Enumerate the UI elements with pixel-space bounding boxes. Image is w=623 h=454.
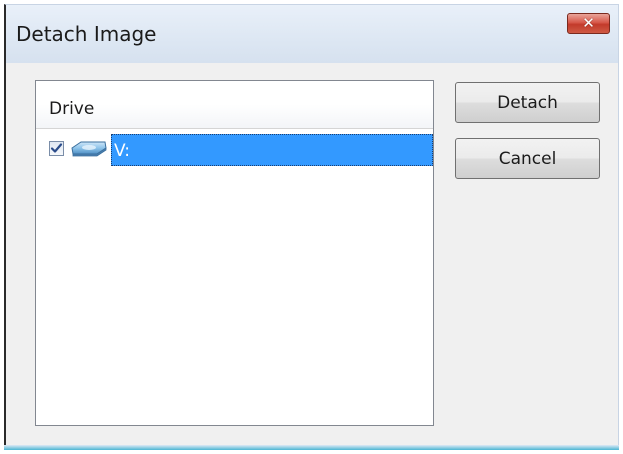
detach-image-dialog: Detach Image ✕ Drive V: Detach Cancel [4,4,619,450]
column-header-drive[interactable]: Drive [49,99,94,119]
checkmark-icon [50,143,63,153]
list-header[interactable]: Drive [36,81,433,129]
title-bar[interactable]: Detach Image ✕ [6,5,618,63]
drive-label: V: [114,141,130,161]
dialog-title: Detach Image [16,22,157,46]
selected-row-highlight[interactable]: V: [111,134,433,166]
dialog-content: Drive V: Detach Cancel [6,63,618,446]
close-icon: ✕ [582,14,595,32]
drive-list[interactable]: Drive V: [35,80,434,426]
detach-button[interactable]: Detach [455,82,600,123]
list-item[interactable]: V: [36,134,433,166]
window-bottom-edge [4,445,619,450]
drive-checkbox[interactable] [49,141,64,156]
drive-icon [71,141,107,157]
close-button[interactable]: ✕ [567,13,610,34]
cancel-button[interactable]: Cancel [455,138,600,179]
